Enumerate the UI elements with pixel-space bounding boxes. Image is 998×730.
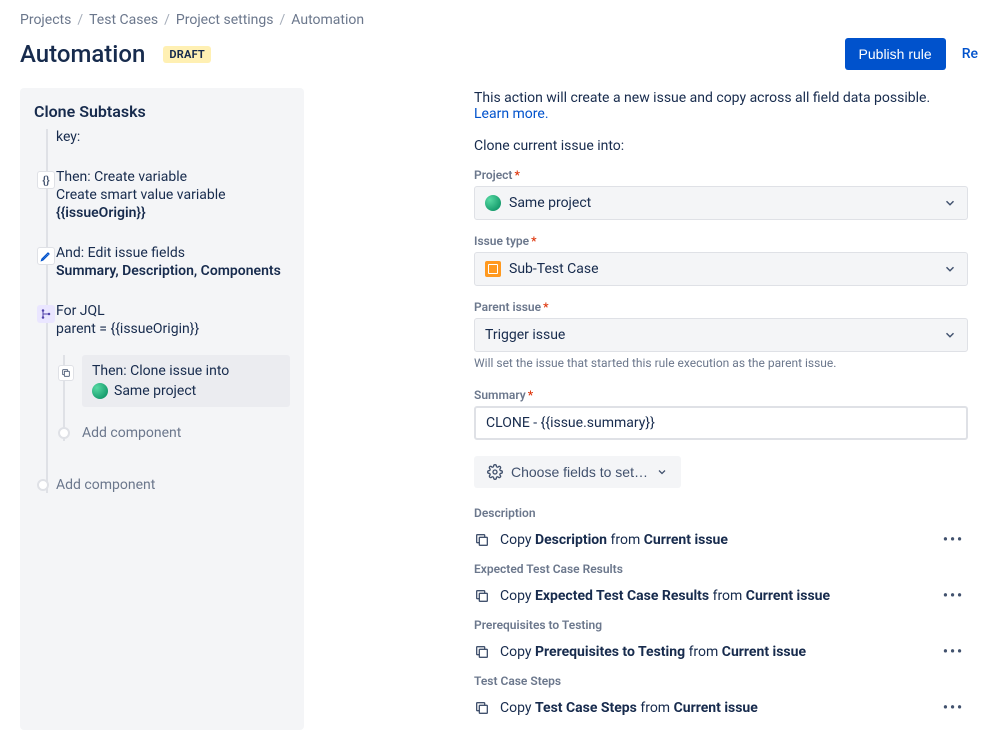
copy-field-label: Expected Test Case Results [474, 562, 968, 576]
chevron-down-icon [943, 262, 957, 276]
copy-field-row: Copy Prerequisites to Testing from Curre… [474, 638, 968, 674]
issue-type-select[interactable]: Sub-Test Case [474, 252, 968, 286]
node-title: And: Edit issue fields [56, 245, 290, 261]
learn-more-link[interactable]: Learn more. [474, 106, 549, 122]
choose-fields-label: Choose fields to set… [511, 464, 648, 480]
chevron-down-icon [656, 466, 668, 478]
breadcrumb-automation[interactable]: Automation [291, 12, 364, 28]
add-dot-icon [58, 427, 70, 439]
globe-icon [92, 383, 108, 399]
copy-field-row: Copy Description from Current issue ••• [474, 526, 968, 562]
copy-icon [474, 588, 490, 604]
project-value: Same project [509, 195, 591, 211]
copy-text: Copy Test Case Steps from Current issue [500, 700, 758, 716]
rule-tree-panel: Clone Subtasks key: {} Then: Create vari… [20, 88, 304, 730]
rule-key-label: key: [56, 129, 290, 145]
parent-value: Trigger issue [485, 327, 565, 343]
breadcrumb-projects[interactable]: Projects [20, 12, 71, 28]
draft-badge: DRAFT [163, 46, 211, 63]
pencil-icon [37, 247, 55, 265]
more-actions-button[interactable]: ••• [939, 588, 968, 604]
gear-icon [487, 464, 503, 480]
node-desc: Create smart value variable [56, 187, 290, 203]
clone-target: Same project [92, 383, 280, 399]
parent-issue-label: Parent issue* [474, 300, 968, 314]
branch-icon [37, 305, 55, 323]
intro-text: This action will create a new issue and … [474, 90, 968, 122]
node-desc-var: {{issueOrigin}} [56, 205, 290, 221]
issue-type-value: Sub-Test Case [509, 261, 599, 277]
add-component-inner[interactable]: Add component [82, 425, 290, 441]
node-title: For JQL [56, 303, 290, 319]
add-component-label: Add component [82, 425, 181, 441]
breadcrumb-sep: / [280, 12, 286, 28]
choose-fields-button[interactable]: Choose fields to set… [474, 456, 681, 488]
breadcrumb-sep: / [164, 12, 170, 28]
add-component-outer[interactable]: Add component [56, 477, 290, 493]
project-label: Project* [474, 168, 968, 182]
breadcrumb-sep: / [77, 12, 83, 28]
copy-icon [474, 644, 490, 660]
chevron-down-icon [943, 196, 957, 210]
subtask-icon [485, 261, 501, 277]
issue-type-label: Issue type* [474, 234, 968, 248]
parent-issue-select[interactable]: Trigger issue [474, 318, 968, 352]
parent-helper-text: Will set the issue that started this rul… [474, 356, 968, 370]
clone-into-label: Clone current issue into: [474, 138, 968, 154]
summary-input[interactable] [474, 406, 968, 440]
project-select[interactable]: Same project [474, 186, 968, 220]
chevron-down-icon [943, 328, 957, 342]
same-project-label: Same project [114, 383, 196, 399]
publish-rule-button[interactable]: Publish rule [845, 38, 946, 70]
copy-icon [474, 532, 490, 548]
copy-text: Copy Expected Test Case Results from Cur… [500, 588, 830, 604]
copy-text: Copy Prerequisites to Testing from Curre… [500, 644, 806, 660]
summary-label: Summary* [474, 388, 968, 402]
config-panel: This action will create a new issue and … [324, 88, 978, 730]
breadcrumb-testcases[interactable]: Test Cases [89, 12, 158, 28]
copy-field-row: Copy Test Case Steps from Current issue … [474, 694, 968, 730]
copy-field-label: Description [474, 506, 968, 520]
rule-node-create-variable[interactable]: {} Then: Create variable Create smart va… [56, 169, 290, 221]
add-component-label: Add component [56, 477, 155, 493]
rule-node-clone-issue[interactable]: Then: Clone issue into Same project [82, 355, 290, 407]
add-dot-icon [37, 479, 49, 491]
copy-icon [474, 700, 490, 716]
copy-field-label: Prerequisites to Testing [474, 618, 968, 632]
more-actions-button[interactable]: ••• [939, 532, 968, 548]
globe-icon [485, 195, 501, 211]
rule-panel-title: Clone Subtasks [34, 102, 290, 121]
more-actions-button[interactable]: ••• [939, 700, 968, 716]
node-fields: Summary, Description, Components [56, 263, 290, 279]
copy-field-row: Copy Expected Test Case Results from Cur… [474, 582, 968, 618]
node-title: Then: Clone issue into [92, 363, 280, 379]
breadcrumbs: Projects / Test Cases / Project settings… [20, 8, 978, 38]
braces-icon: {} [37, 171, 55, 189]
breadcrumb-settings[interactable]: Project settings [176, 12, 274, 28]
node-desc: parent = {{issueOrigin}} [56, 321, 290, 337]
rule-node-for-jql[interactable]: For JQL parent = {{issueOrigin}} Then: C… [56, 303, 290, 441]
node-title: Then: Create variable [56, 169, 290, 185]
truncated-link[interactable]: Re [962, 46, 978, 62]
more-actions-button[interactable]: ••• [939, 644, 968, 660]
rule-node-edit-fields[interactable]: And: Edit issue fields Summary, Descript… [56, 245, 290, 279]
copy-icon [58, 365, 74, 381]
page-title: Automation [20, 40, 145, 68]
copy-field-label: Test Case Steps [474, 674, 968, 688]
copy-text: Copy Description from Current issue [500, 532, 728, 548]
